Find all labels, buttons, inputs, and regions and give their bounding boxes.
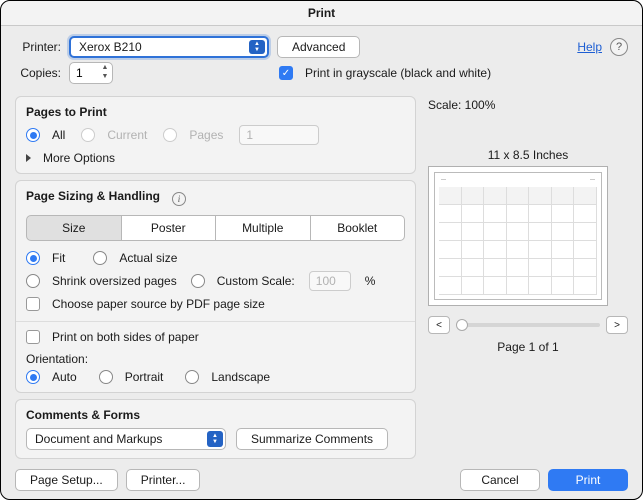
orient-landscape-radio[interactable] bbox=[185, 370, 199, 384]
tab-multiple[interactable]: Multiple bbox=[216, 215, 311, 241]
orient-portrait-radio[interactable] bbox=[99, 370, 113, 384]
shrink-radio[interactable] bbox=[26, 274, 40, 288]
sizing-title: Page Sizing & Handling bbox=[26, 189, 160, 203]
tab-size[interactable]: Size bbox=[26, 215, 122, 241]
disclosure-icon[interactable] bbox=[26, 154, 31, 162]
fit-radio[interactable] bbox=[26, 251, 40, 265]
grayscale-checkbox[interactable]: ✓ bbox=[279, 66, 293, 80]
updown-icon: ▲▼ bbox=[207, 431, 223, 447]
orient-portrait-label: Portrait bbox=[125, 370, 164, 384]
comments-title: Comments & Forms bbox=[26, 408, 405, 422]
scale-label: Scale: 100% bbox=[428, 98, 628, 112]
orient-auto-radio[interactable] bbox=[26, 370, 40, 384]
updown-icon: ▲▼ bbox=[249, 40, 265, 54]
slider-thumb[interactable] bbox=[456, 319, 468, 331]
help-icon[interactable]: ? bbox=[610, 38, 628, 56]
sizing-panel: Page Sizing & Handling i Size Poster Mult… bbox=[15, 180, 416, 393]
pages-current-label: Current bbox=[107, 128, 147, 142]
both-sides-label: Print on both sides of paper bbox=[52, 330, 199, 344]
comments-value: Document and Markups bbox=[35, 432, 162, 446]
stepper-arrows-icon[interactable]: ▲▼ bbox=[99, 64, 111, 82]
grayscale-label: Print in grayscale (black and white) bbox=[305, 66, 491, 80]
info-icon[interactable]: i bbox=[172, 192, 186, 206]
shrink-label: Shrink oversized pages bbox=[52, 274, 177, 288]
page-slider[interactable] bbox=[456, 323, 600, 327]
pages-to-print-panel: Pages to Print All Current Pages 1 More … bbox=[15, 96, 416, 174]
page-setup-button[interactable]: Page Setup... bbox=[15, 469, 118, 491]
copies-label: Copies: bbox=[15, 66, 61, 80]
custom-label: Custom Scale: bbox=[217, 274, 295, 288]
paper-dims: 11 x 8.5 Inches bbox=[428, 148, 628, 162]
actual-label: Actual size bbox=[119, 251, 177, 265]
choose-source-label: Choose paper source by PDF page size bbox=[52, 297, 265, 311]
tab-poster[interactable]: Poster bbox=[122, 215, 217, 241]
tab-booklet[interactable]: Booklet bbox=[311, 215, 406, 241]
percent-label: % bbox=[365, 274, 376, 288]
pages-all-label: All bbox=[52, 128, 65, 142]
prev-page-button[interactable]: < bbox=[428, 316, 450, 334]
page-indicator: Page 1 of 1 bbox=[428, 340, 628, 354]
choose-source-checkbox[interactable] bbox=[26, 297, 40, 311]
custom-radio[interactable] bbox=[191, 274, 205, 288]
comments-select[interactable]: Document and Markups ▲▼ bbox=[26, 428, 226, 450]
pages-pages-label: Pages bbox=[189, 128, 223, 142]
pages-title: Pages to Print bbox=[26, 105, 405, 119]
orient-auto-label: Auto bbox=[52, 370, 77, 384]
help-link[interactable]: Help bbox=[577, 40, 602, 54]
next-page-button[interactable]: > bbox=[606, 316, 628, 334]
pages-current-radio bbox=[81, 128, 95, 142]
window-title: Print bbox=[1, 1, 642, 26]
printer-select[interactable]: Xerox B210 ▲▼ bbox=[69, 36, 269, 58]
cancel-button[interactable]: Cancel bbox=[460, 469, 540, 491]
copies-stepper[interactable]: ▲▼ bbox=[69, 62, 113, 84]
more-options[interactable]: More Options bbox=[43, 151, 115, 165]
actual-radio[interactable] bbox=[93, 251, 107, 265]
pages-pages-radio bbox=[163, 128, 177, 142]
orient-landscape-label: Landscape bbox=[211, 370, 270, 384]
orientation-label: Orientation: bbox=[26, 352, 405, 366]
printer-value: Xerox B210 bbox=[79, 40, 142, 54]
both-sides-checkbox[interactable] bbox=[26, 330, 40, 344]
print-button[interactable]: Print bbox=[548, 469, 628, 491]
preview-box: —— bbox=[428, 166, 608, 306]
custom-scale-input: 100 bbox=[309, 271, 351, 291]
fit-label: Fit bbox=[52, 251, 65, 265]
comments-panel: Comments & Forms Document and Markups ▲▼… bbox=[15, 399, 416, 459]
pages-all-radio[interactable] bbox=[26, 128, 40, 142]
summarize-button[interactable]: Summarize Comments bbox=[236, 428, 388, 450]
printer-settings-button[interactable]: Printer... bbox=[126, 469, 201, 491]
printer-label: Printer: bbox=[15, 40, 61, 54]
pages-range-input: 1 bbox=[239, 125, 319, 145]
preview-page: —— bbox=[434, 172, 602, 300]
advanced-button[interactable]: Advanced bbox=[277, 36, 360, 58]
